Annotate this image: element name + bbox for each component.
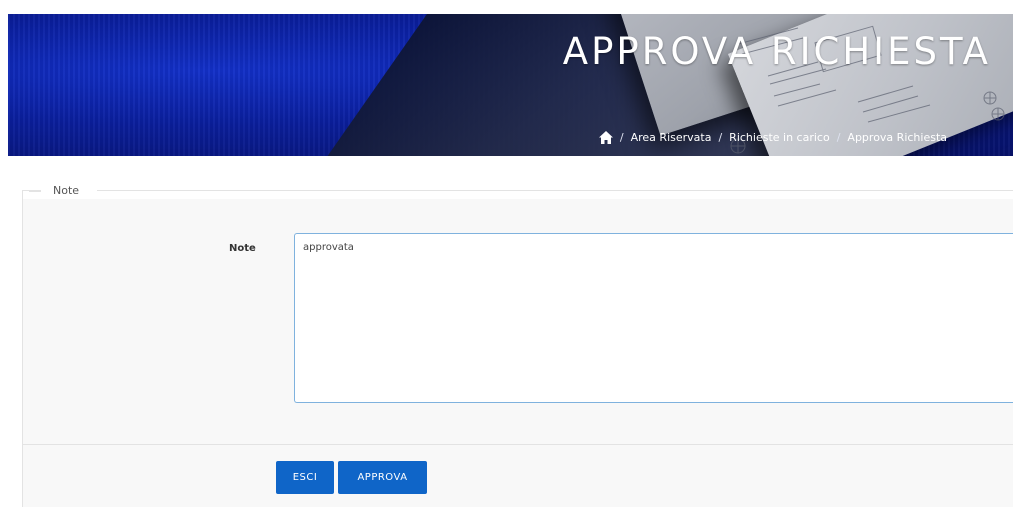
breadcrumb-item-richieste-in-carico[interactable]: Richieste in carico: [729, 131, 830, 144]
header-banner: APPROVA RICHIESTA / Area Riservata / Ric…: [8, 14, 1013, 156]
form-actions: ESCI APPROVA: [22, 445, 1013, 507]
breadcrumb-item-current: Approva Richiesta: [847, 131, 947, 144]
exit-button[interactable]: ESCI: [276, 461, 334, 494]
notes-fieldset: Note Note approvata: [22, 184, 1013, 445]
page-title: APPROVA RICHIESTA: [562, 30, 991, 73]
breadcrumb-separator: /: [836, 131, 841, 144]
fieldset-legend: Note: [28, 184, 98, 197]
fieldset-header-strip: [23, 191, 1013, 199]
note-textarea[interactable]: approvata: [294, 233, 1013, 403]
approve-button[interactable]: APPROVA: [338, 461, 427, 494]
breadcrumb-separator: /: [718, 131, 723, 144]
home-icon[interactable]: [598, 131, 613, 144]
breadcrumb-item-area-riservata[interactable]: Area Riservata: [631, 131, 712, 144]
breadcrumb-separator: /: [619, 131, 624, 144]
note-label: Note: [229, 243, 256, 254]
breadcrumb: / Area Riservata / Richieste in carico /…: [598, 131, 947, 144]
